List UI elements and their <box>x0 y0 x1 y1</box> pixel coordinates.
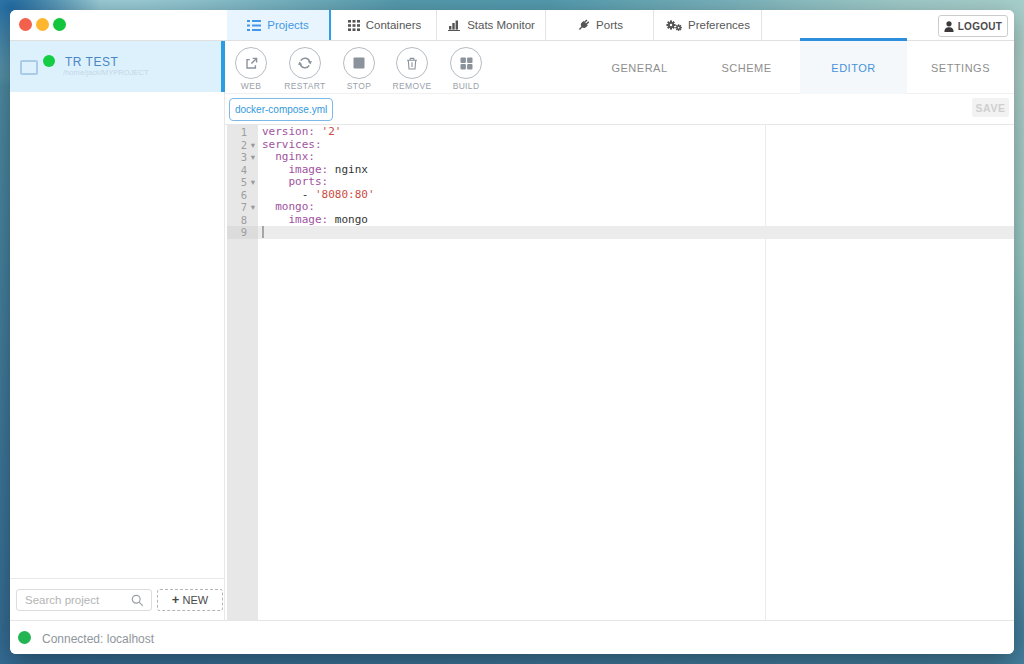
tab-editor-label: EDITOR <box>831 62 875 74</box>
top-bar: Projects Containers Stats <box>10 10 1014 41</box>
fold-arrow-icon[interactable]: ▾ <box>251 201 255 214</box>
tab-general[interactable]: GENERAL <box>586 41 693 94</box>
editor-code: version: '2'services: nginx: image: ngin… <box>262 126 375 239</box>
connection-status-text: Connected: localhost <box>42 632 154 646</box>
stop-square-icon <box>353 57 365 69</box>
gutter-line-7[interactable]: 7▾ <box>227 201 258 214</box>
restart-label: RESTART <box>282 81 328 90</box>
user-icon <box>944 21 954 32</box>
gutter-line-8: 8 <box>227 214 258 227</box>
app-window: Projects Containers Stats <box>10 10 1014 654</box>
project-checkbox[interactable] <box>20 60 38 75</box>
gutter-line-9: 9 <box>227 226 258 239</box>
code-line-9[interactable] <box>262 226 375 239</box>
search-icon <box>131 594 144 607</box>
remove-button[interactable]: REMOVE <box>385 47 439 92</box>
file-tab-docker-compose[interactable]: docker-compose.yml <box>229 98 333 121</box>
tab-scheme-label: SCHEME <box>721 62 771 74</box>
status-bar: Connected: localhost <box>10 620 1014 654</box>
tab-preferences-label: Preferences <box>688 19 750 31</box>
tab-containers[interactable]: Containers <box>333 10 437 40</box>
text-cursor <box>262 226 264 238</box>
tab-stats-monitor-label: Stats Monitor <box>467 19 535 31</box>
code-editor[interactable]: version: '2'services: nginx: image: ngin… <box>225 125 1014 620</box>
connection-status-dot <box>18 631 31 644</box>
tab-ports[interactable]: Ports <box>547 10 654 40</box>
new-project-label: NEW <box>182 594 208 606</box>
gutter-line-6: 6 <box>227 189 258 202</box>
window-minimize-button[interactable] <box>36 18 49 31</box>
gutter-line-1: 1 <box>227 126 258 139</box>
tab-settings-label: SETTINGS <box>931 62 990 74</box>
search-box <box>16 589 152 611</box>
web-button[interactable]: WEB <box>224 47 278 92</box>
trash-icon <box>406 57 418 70</box>
fold-arrow-icon[interactable]: ▾ <box>251 176 255 189</box>
action-button-circle <box>450 47 482 79</box>
grid-icon <box>348 20 360 31</box>
project-toolbar: WEB RESTART <box>225 41 1014 94</box>
stop-button[interactable]: STOP <box>332 47 386 92</box>
stop-label: STOP <box>336 81 382 90</box>
file-tab-label: docker-compose.yml <box>235 104 327 115</box>
gutter-line-3[interactable]: 3▾ <box>227 151 258 164</box>
print-margin-line <box>765 125 766 620</box>
sidebar-search-area: + NEW <box>10 578 224 620</box>
tab-editor[interactable]: EDITOR <box>800 41 907 94</box>
gutter-line-5[interactable]: 5▾ <box>227 176 258 189</box>
action-button-circle <box>235 47 267 79</box>
action-button-circle <box>396 47 428 79</box>
restart-button[interactable]: RESTART <box>278 47 332 92</box>
list-icon <box>247 20 261 31</box>
project-path: /home/jack/MYPROJECT <box>63 68 149 76</box>
action-button-circle <box>343 47 375 79</box>
file-tab-row: docker-compose.yml SAVE <box>225 94 1014 125</box>
project-status-dot <box>43 55 55 67</box>
plus-icon: + <box>172 592 180 607</box>
plug-icon <box>577 19 590 31</box>
tab-settings[interactable]: SETTINGS <box>907 41 1014 94</box>
window-maximize-button[interactable] <box>53 18 66 31</box>
tab-preferences[interactable]: Preferences <box>655 10 762 40</box>
fold-arrow-icon[interactable]: ▾ <box>251 151 255 164</box>
logout-button[interactable]: LOGOUT <box>938 15 1008 37</box>
external-link-icon <box>245 57 258 70</box>
save-button[interactable]: SAVE <box>972 98 1009 117</box>
search-project-input[interactable] <box>25 591 130 609</box>
action-button-circle <box>289 47 321 79</box>
project-name: TR TEST <box>65 55 118 69</box>
build-grid-icon <box>460 57 473 70</box>
window-close-button[interactable] <box>19 18 32 31</box>
editor-gutter: 12▾3▾45▾67▾89 <box>227 125 258 620</box>
project-item-tr-test[interactable]: TR TEST /home/jack/MYPROJECT <box>10 41 225 92</box>
build-label: BUILD <box>443 81 489 90</box>
tab-projects[interactable]: Projects <box>227 10 331 40</box>
tab-scheme[interactable]: SCHEME <box>693 41 800 94</box>
remove-label: REMOVE <box>389 81 435 90</box>
code-line-8[interactable]: image: mongo <box>262 214 375 227</box>
gutter-line-4: 4 <box>227 164 258 177</box>
refresh-icon <box>298 56 312 70</box>
gears-icon <box>666 19 682 31</box>
build-button[interactable]: BUILD <box>439 47 493 92</box>
gutter-line-2[interactable]: 2▾ <box>227 139 258 152</box>
sidebar: TR TEST /home/jack/MYPROJECT + NEW <box>10 41 225 620</box>
bar-chart-icon <box>448 20 461 31</box>
tab-containers-label: Containers <box>366 19 422 31</box>
editor-code-area[interactable]: version: '2'services: nginx: image: ngin… <box>258 125 1014 620</box>
new-project-button[interactable]: + NEW <box>157 589 223 611</box>
tab-projects-label: Projects <box>267 19 309 31</box>
tab-general-label: GENERAL <box>611 62 667 74</box>
tab-ports-label: Ports <box>596 19 623 31</box>
logout-label: LOGOUT <box>958 21 1003 32</box>
tab-stats-monitor[interactable]: Stats Monitor <box>438 10 546 40</box>
fold-arrow-icon[interactable]: ▾ <box>251 139 255 152</box>
web-label: WEB <box>228 81 274 90</box>
